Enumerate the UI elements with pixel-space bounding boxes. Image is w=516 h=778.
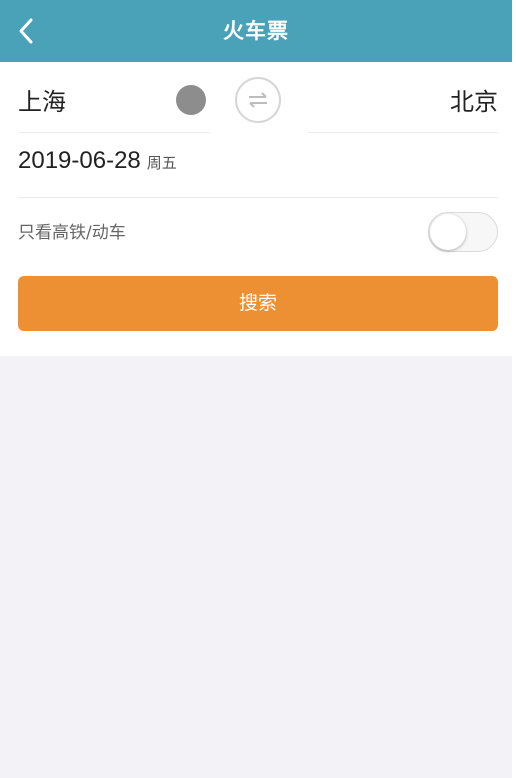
search-button[interactable]: 搜索 [18,276,498,331]
toggle-knob [430,214,466,250]
travel-weekday: 周五 [146,154,177,172]
travel-date: 2019-06-28 [18,147,141,174]
right-edge-border [512,0,516,778]
date-picker[interactable]: 2019-06-28 周五 [18,147,177,183]
divider [18,197,498,198]
divider [18,132,210,133]
page-title: 火车票 [223,19,289,43]
departure-city[interactable]: 上海 [18,82,66,117]
divider [308,132,498,133]
swap-cities-button[interactable] [235,77,281,123]
app-header: 火车票 [0,0,512,62]
arrival-city[interactable]: 北京 [450,82,498,117]
high-speed-filter-label: 只看高铁/动车 [18,223,126,243]
high-speed-toggle[interactable] [428,212,498,252]
swap-arrows-icon [249,92,267,108]
location-dot-icon [176,85,206,115]
